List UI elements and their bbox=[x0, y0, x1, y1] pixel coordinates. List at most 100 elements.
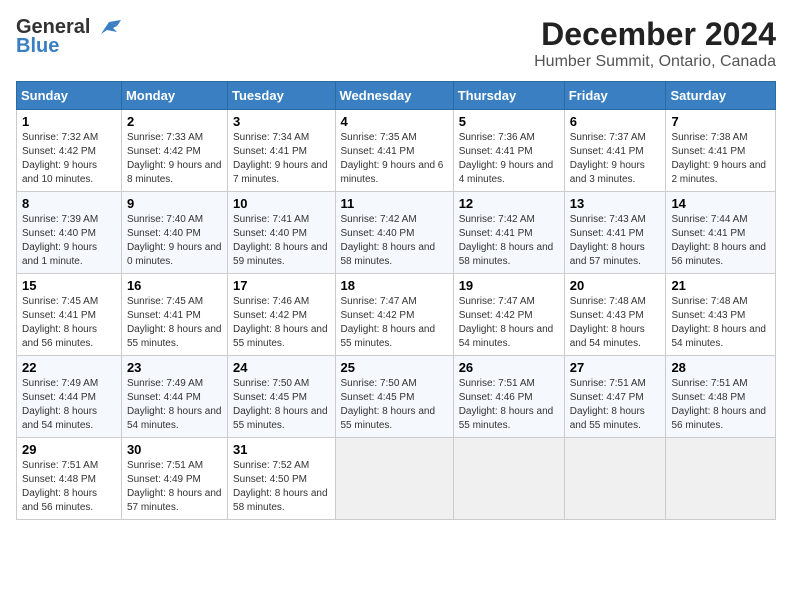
table-row: 5 Sunrise: 7:36 AMSunset: 4:41 PMDayligh… bbox=[453, 110, 564, 192]
table-row bbox=[564, 438, 666, 520]
day-info: Sunrise: 7:42 AMSunset: 4:40 PMDaylight:… bbox=[341, 214, 436, 267]
day-info: Sunrise: 7:50 AMSunset: 4:45 PMDaylight:… bbox=[341, 378, 436, 431]
calendar-title-area: December 2024 Humber Summit, Ontario, Ca… bbox=[534, 16, 776, 71]
day-info: Sunrise: 7:43 AMSunset: 4:41 PMDaylight:… bbox=[570, 214, 646, 267]
day-info: Sunrise: 7:48 AMSunset: 4:43 PMDaylight:… bbox=[671, 296, 766, 349]
day-number: 4 bbox=[341, 114, 448, 129]
col-saturday: Saturday bbox=[666, 82, 776, 110]
day-number: 1 bbox=[22, 114, 116, 129]
day-info: Sunrise: 7:36 AMSunset: 4:41 PMDaylight:… bbox=[459, 132, 554, 185]
day-number: 16 bbox=[127, 278, 222, 293]
day-number: 11 bbox=[341, 196, 448, 211]
table-row: 24 Sunrise: 7:50 AMSunset: 4:45 PMDaylig… bbox=[228, 356, 335, 438]
table-row: 17 Sunrise: 7:46 AMSunset: 4:42 PMDaylig… bbox=[228, 274, 335, 356]
table-row: 11 Sunrise: 7:42 AMSunset: 4:40 PMDaylig… bbox=[335, 192, 453, 274]
day-info: Sunrise: 7:37 AMSunset: 4:41 PMDaylight:… bbox=[570, 132, 646, 185]
logo-bird-icon bbox=[93, 18, 121, 38]
table-row: 7 Sunrise: 7:38 AMSunset: 4:41 PMDayligh… bbox=[666, 110, 776, 192]
table-row: 28 Sunrise: 7:51 AMSunset: 4:48 PMDaylig… bbox=[666, 356, 776, 438]
day-info: Sunrise: 7:39 AMSunset: 4:40 PMDaylight:… bbox=[22, 214, 98, 267]
day-info: Sunrise: 7:46 AMSunset: 4:42 PMDaylight:… bbox=[233, 296, 328, 349]
table-row bbox=[335, 438, 453, 520]
table-row: 29 Sunrise: 7:51 AMSunset: 4:48 PMDaylig… bbox=[17, 438, 122, 520]
day-number: 12 bbox=[459, 196, 559, 211]
day-number: 25 bbox=[341, 360, 448, 375]
day-info: Sunrise: 7:51 AMSunset: 4:46 PMDaylight:… bbox=[459, 378, 554, 431]
day-info: Sunrise: 7:48 AMSunset: 4:43 PMDaylight:… bbox=[570, 296, 646, 349]
calendar-row: 15 Sunrise: 7:45 AMSunset: 4:41 PMDaylig… bbox=[17, 274, 776, 356]
day-number: 27 bbox=[570, 360, 661, 375]
calendar-row: 8 Sunrise: 7:39 AMSunset: 4:40 PMDayligh… bbox=[17, 192, 776, 274]
day-number: 15 bbox=[22, 278, 116, 293]
day-number: 23 bbox=[127, 360, 222, 375]
day-number: 5 bbox=[459, 114, 559, 129]
table-row: 16 Sunrise: 7:45 AMSunset: 4:41 PMDaylig… bbox=[121, 274, 227, 356]
day-info: Sunrise: 7:35 AMSunset: 4:41 PMDaylight:… bbox=[341, 132, 444, 185]
table-row: 8 Sunrise: 7:39 AMSunset: 4:40 PMDayligh… bbox=[17, 192, 122, 274]
day-number: 7 bbox=[671, 114, 770, 129]
calendar-row: 1 Sunrise: 7:32 AMSunset: 4:42 PMDayligh… bbox=[17, 110, 776, 192]
table-row: 2 Sunrise: 7:33 AMSunset: 4:42 PMDayligh… bbox=[121, 110, 227, 192]
calendar-subtitle: Humber Summit, Ontario, Canada bbox=[534, 53, 776, 71]
table-row: 1 Sunrise: 7:32 AMSunset: 4:42 PMDayligh… bbox=[17, 110, 122, 192]
calendar-header-row: Sunday Monday Tuesday Wednesday Thursday… bbox=[17, 82, 776, 110]
logo-blue: Blue bbox=[16, 35, 59, 58]
table-row: 4 Sunrise: 7:35 AMSunset: 4:41 PMDayligh… bbox=[335, 110, 453, 192]
table-row: 25 Sunrise: 7:50 AMSunset: 4:45 PMDaylig… bbox=[335, 356, 453, 438]
calendar-row: 29 Sunrise: 7:51 AMSunset: 4:48 PMDaylig… bbox=[17, 438, 776, 520]
table-row: 14 Sunrise: 7:44 AMSunset: 4:41 PMDaylig… bbox=[666, 192, 776, 274]
col-monday: Monday bbox=[121, 82, 227, 110]
day-number: 20 bbox=[570, 278, 661, 293]
calendar-row: 22 Sunrise: 7:49 AMSunset: 4:44 PMDaylig… bbox=[17, 356, 776, 438]
day-info: Sunrise: 7:49 AMSunset: 4:44 PMDaylight:… bbox=[22, 378, 98, 431]
day-info: Sunrise: 7:45 AMSunset: 4:41 PMDaylight:… bbox=[127, 296, 222, 349]
day-number: 2 bbox=[127, 114, 222, 129]
day-number: 22 bbox=[22, 360, 116, 375]
day-info: Sunrise: 7:38 AMSunset: 4:41 PMDaylight:… bbox=[671, 132, 766, 185]
table-row: 23 Sunrise: 7:49 AMSunset: 4:44 PMDaylig… bbox=[121, 356, 227, 438]
table-row: 3 Sunrise: 7:34 AMSunset: 4:41 PMDayligh… bbox=[228, 110, 335, 192]
table-row: 10 Sunrise: 7:41 AMSunset: 4:40 PMDaylig… bbox=[228, 192, 335, 274]
day-number: 9 bbox=[127, 196, 222, 211]
table-row: 26 Sunrise: 7:51 AMSunset: 4:46 PMDaylig… bbox=[453, 356, 564, 438]
day-number: 17 bbox=[233, 278, 329, 293]
table-row: 12 Sunrise: 7:42 AMSunset: 4:41 PMDaylig… bbox=[453, 192, 564, 274]
table-row: 18 Sunrise: 7:47 AMSunset: 4:42 PMDaylig… bbox=[335, 274, 453, 356]
day-info: Sunrise: 7:49 AMSunset: 4:44 PMDaylight:… bbox=[127, 378, 222, 431]
table-row: 27 Sunrise: 7:51 AMSunset: 4:47 PMDaylig… bbox=[564, 356, 666, 438]
day-number: 10 bbox=[233, 196, 329, 211]
day-info: Sunrise: 7:47 AMSunset: 4:42 PMDaylight:… bbox=[341, 296, 436, 349]
day-number: 30 bbox=[127, 442, 222, 457]
day-info: Sunrise: 7:42 AMSunset: 4:41 PMDaylight:… bbox=[459, 214, 554, 267]
table-row: 15 Sunrise: 7:45 AMSunset: 4:41 PMDaylig… bbox=[17, 274, 122, 356]
day-info: Sunrise: 7:47 AMSunset: 4:42 PMDaylight:… bbox=[459, 296, 554, 349]
calendar-title: December 2024 bbox=[534, 16, 776, 53]
day-number: 18 bbox=[341, 278, 448, 293]
col-tuesday: Tuesday bbox=[228, 82, 335, 110]
day-number: 3 bbox=[233, 114, 329, 129]
day-number: 14 bbox=[671, 196, 770, 211]
table-row: 9 Sunrise: 7:40 AMSunset: 4:40 PMDayligh… bbox=[121, 192, 227, 274]
logo: General Blue bbox=[16, 16, 121, 58]
table-row: 30 Sunrise: 7:51 AMSunset: 4:49 PMDaylig… bbox=[121, 438, 227, 520]
col-friday: Friday bbox=[564, 82, 666, 110]
day-number: 28 bbox=[671, 360, 770, 375]
calendar-table: Sunday Monday Tuesday Wednesday Thursday… bbox=[16, 81, 776, 520]
col-sunday: Sunday bbox=[17, 82, 122, 110]
day-info: Sunrise: 7:51 AMSunset: 4:48 PMDaylight:… bbox=[671, 378, 766, 431]
col-wednesday: Wednesday bbox=[335, 82, 453, 110]
day-info: Sunrise: 7:45 AMSunset: 4:41 PMDaylight:… bbox=[22, 296, 98, 349]
day-info: Sunrise: 7:44 AMSunset: 4:41 PMDaylight:… bbox=[671, 214, 766, 267]
day-info: Sunrise: 7:33 AMSunset: 4:42 PMDaylight:… bbox=[127, 132, 222, 185]
day-number: 26 bbox=[459, 360, 559, 375]
col-thursday: Thursday bbox=[453, 82, 564, 110]
table-row: 13 Sunrise: 7:43 AMSunset: 4:41 PMDaylig… bbox=[564, 192, 666, 274]
table-row: 20 Sunrise: 7:48 AMSunset: 4:43 PMDaylig… bbox=[564, 274, 666, 356]
day-info: Sunrise: 7:32 AMSunset: 4:42 PMDaylight:… bbox=[22, 132, 98, 185]
table-row: 6 Sunrise: 7:37 AMSunset: 4:41 PMDayligh… bbox=[564, 110, 666, 192]
day-info: Sunrise: 7:50 AMSunset: 4:45 PMDaylight:… bbox=[233, 378, 328, 431]
day-info: Sunrise: 7:51 AMSunset: 4:48 PMDaylight:… bbox=[22, 460, 98, 513]
page-header: General Blue December 2024 Humber Summit… bbox=[16, 16, 776, 71]
day-number: 19 bbox=[459, 278, 559, 293]
table-row: 31 Sunrise: 7:52 AMSunset: 4:50 PMDaylig… bbox=[228, 438, 335, 520]
